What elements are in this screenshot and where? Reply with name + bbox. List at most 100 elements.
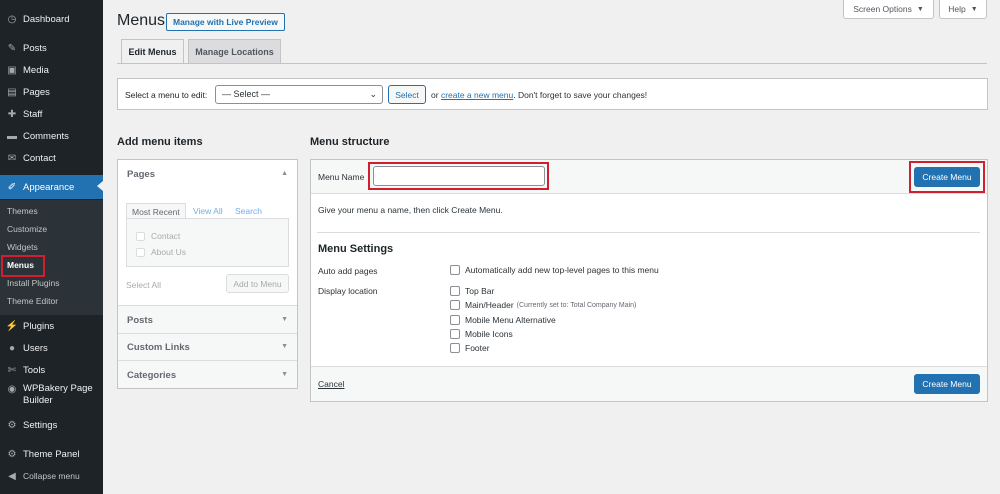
categories-section[interactable]: Categories ▼ <box>118 361 297 388</box>
nav-label: Contact <box>23 152 56 164</box>
live-preview-button[interactable]: Manage with Live Preview <box>166 13 285 31</box>
page-option-about[interactable]: About Us <box>136 247 186 257</box>
menu-structure-title: Menu structure <box>310 136 390 148</box>
settings-divider <box>317 232 980 233</box>
nav-settings[interactable]: ⚙ Settings <box>0 414 103 436</box>
nav-label: Tools <box>23 364 46 376</box>
auto-add-label: Auto add pages <box>318 266 378 276</box>
location-top-bar[interactable]: Top Bar <box>450 286 494 296</box>
cancel-link[interactable]: Cancel <box>318 379 344 389</box>
wpbakery-icon: ◉ <box>7 383 17 395</box>
tab-search[interactable]: Search <box>235 206 262 216</box>
checkbox[interactable] <box>450 300 460 310</box>
location-mobile-alt[interactable]: Mobile Menu Alternative <box>450 315 556 325</box>
page-title: Menus <box>117 12 166 29</box>
location-note: (Currently set to: Total Company Main) <box>516 301 637 309</box>
or-text: or <box>431 90 439 100</box>
location-name: Mobile Icons <box>465 329 513 339</box>
menu-structure-panel <box>310 159 988 402</box>
nav-appearance[interactable]: ✐ Appearance <box>0 175 103 199</box>
tab-most-recent[interactable]: Most Recent <box>126 203 186 218</box>
checkbox[interactable] <box>450 329 460 339</box>
nav-contact[interactable]: ✉ Contact <box>0 147 103 169</box>
tab-view-all[interactable]: View All <box>193 206 223 216</box>
menus-highlight <box>1 255 45 277</box>
nav-label: Users <box>23 342 48 354</box>
tab-divider <box>117 63 987 64</box>
nav-dashboard[interactable]: ◷ Dashboard <box>0 8 103 30</box>
custom-links-section[interactable]: Custom Links ▼ <box>118 334 297 361</box>
nav-label: Posts <box>23 42 47 54</box>
nav-media[interactable]: ▣ Media <box>0 59 103 81</box>
pages-section-header[interactable]: Pages <box>127 169 155 180</box>
wrench-icon: ✚ <box>7 108 17 120</box>
create-new-menu-link[interactable]: create a new menu <box>441 90 513 100</box>
media-icon: ▣ <box>7 64 17 76</box>
submenu-theme-editor[interactable]: Theme Editor <box>7 296 58 306</box>
menu-select-bar: Select a menu to edit: — Select — ⌄ Selec… <box>117 78 988 110</box>
nav-wpbakery[interactable]: ◉ WPBakery Page Builder <box>0 383 103 413</box>
nav-comments[interactable]: ▬ Comments <box>0 125 103 147</box>
checkbox[interactable] <box>450 265 460 275</box>
nav-posts[interactable]: ✎ Posts <box>0 37 103 59</box>
nav-label: Dashboard <box>23 13 70 25</box>
posts-section-header: Posts <box>127 315 153 326</box>
submenu-customize[interactable]: Customize <box>7 224 47 234</box>
collapse-icon: ◀ <box>8 470 16 482</box>
location-footer[interactable]: Footer <box>450 343 490 353</box>
checkbox[interactable] <box>450 343 460 353</box>
nav-users[interactable]: ● Users <box>0 337 103 359</box>
page-option-label: About Us <box>151 247 186 257</box>
nav-label: Settings <box>23 419 58 431</box>
users-icon: ● <box>8 342 16 354</box>
location-main-header[interactable]: Main/Header (Currently set to: Total Comp… <box>450 300 636 310</box>
page-icon: ▤ <box>7 86 17 98</box>
nav-pages[interactable]: ▤ Pages <box>0 81 103 103</box>
comment-icon: ▬ <box>7 130 17 142</box>
submenu-widgets[interactable]: Widgets <box>7 242 38 252</box>
select-value: — Select — <box>222 89 271 99</box>
arrow-down-icon: ▼ <box>281 343 288 350</box>
auto-add-checkbox[interactable]: Automatically add new top-level pages to… <box>450 265 659 275</box>
arrow-up-icon[interactable]: ▲ <box>281 170 288 177</box>
location-name: Mobile Menu Alternative <box>465 315 556 325</box>
nav-plugins[interactable]: ⚡ Plugins <box>0 315 103 337</box>
submenu-install-plugins[interactable]: Install Plugins <box>7 278 59 288</box>
checkbox[interactable] <box>450 286 460 296</box>
tab-manage-locations[interactable]: Manage Locations <box>188 39 281 63</box>
screen-options-button[interactable]: Screen Options ▼ <box>843 0 934 19</box>
collapse-menu[interactable]: ◀ Collapse menu <box>0 465 103 487</box>
caret-down-icon: ▼ <box>970 5 978 13</box>
checkbox[interactable] <box>136 231 145 241</box>
help-button[interactable]: Help ▼ <box>939 0 987 19</box>
checkbox[interactable] <box>450 315 460 325</box>
arrow-down-icon: ▼ <box>281 316 288 323</box>
page-option-label: Contact <box>151 231 181 241</box>
chevron-down-icon: ⌄ <box>369 89 377 99</box>
add-menu-items-title: Add menu items <box>117 136 203 148</box>
select-menu-label: Select a menu to edit: <box>125 90 208 100</box>
create-menu-button-bottom[interactable]: Create Menu <box>914 374 980 394</box>
posts-section[interactable]: Posts ▼ <box>118 306 297 334</box>
select-button[interactable]: Select <box>388 85 426 104</box>
location-mobile-icons[interactable]: Mobile Icons <box>450 329 513 339</box>
checkbox[interactable] <box>136 247 145 257</box>
tab-edit-menus[interactable]: Edit Menus <box>121 39 184 64</box>
display-location-label: Display location <box>318 286 378 296</box>
select-note: or create a new menu. Don't forget to sa… <box>431 90 647 100</box>
nav-theme-panel[interactable]: ⚙ Theme Panel <box>0 443 103 465</box>
nav-staff[interactable]: ✚ Staff <box>0 103 103 125</box>
page-option-contact[interactable]: Contact <box>136 231 180 241</box>
add-to-menu-button[interactable]: Add to Menu <box>226 274 289 293</box>
pin-icon: ✎ <box>7 42 17 54</box>
nav-tools[interactable]: ✄ Tools <box>0 359 103 381</box>
submenu-themes[interactable]: Themes <box>7 206 38 216</box>
location-name: Footer <box>465 343 490 353</box>
location-name: Top Bar <box>465 286 495 296</box>
pages-list-panel: Contact About Us <box>126 218 289 267</box>
nav-label: WPBakery Page Builder <box>23 383 93 406</box>
menu-footer-bar <box>311 366 987 401</box>
select-all-link[interactable]: Select All <box>126 280 161 290</box>
plugin-icon: ⚡ <box>5 320 19 332</box>
menu-select-dropdown[interactable]: — Select — ⌄ <box>215 85 383 104</box>
